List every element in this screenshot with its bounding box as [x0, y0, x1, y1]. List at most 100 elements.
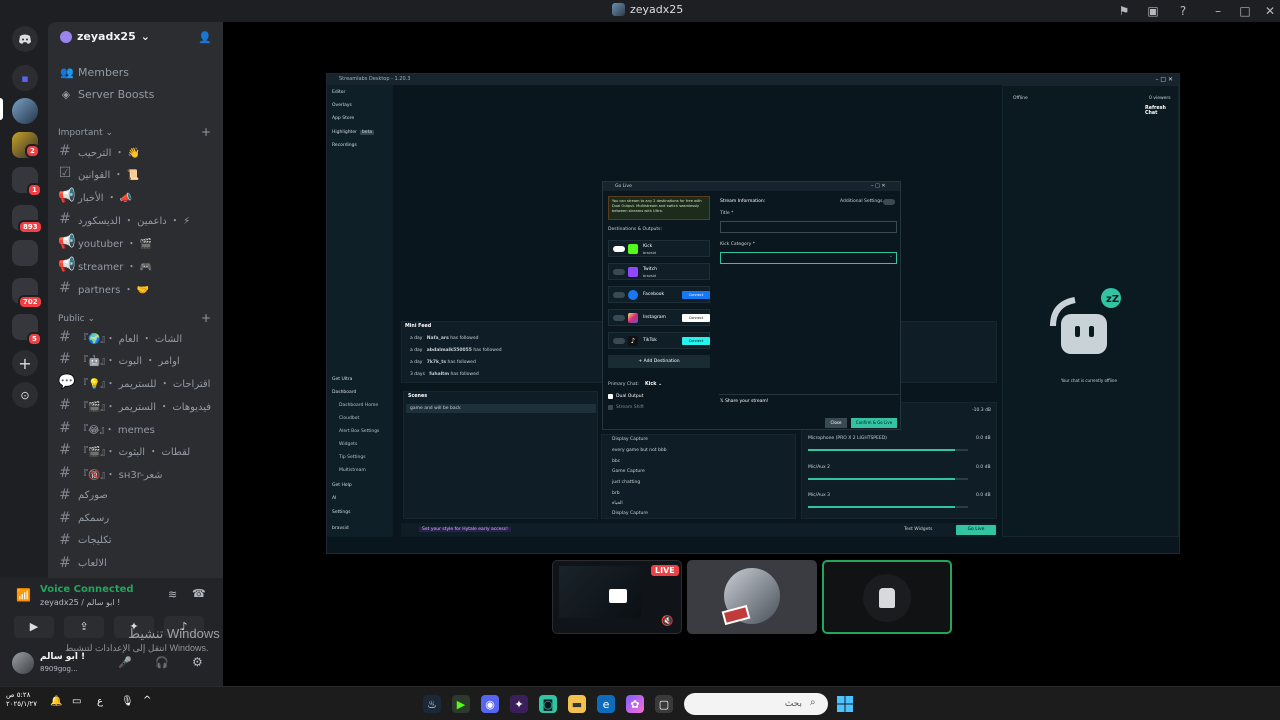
headphones-icon[interactable]: 🎧: [155, 656, 169, 669]
channel-item[interactable]: ☑ القوانين ・ 📜: [58, 163, 216, 183]
nav-widgets[interactable]: Widgets: [339, 442, 357, 447]
camera-button[interactable]: ▶: [14, 616, 54, 638]
close-button[interactable]: Close: [825, 418, 847, 428]
title-input[interactable]: [720, 221, 897, 233]
channel-item[interactable]: # رسمكم: [58, 508, 216, 528]
channel-item[interactable]: # صوركم: [58, 485, 216, 505]
nav-app-store[interactable]: App Store: [332, 116, 354, 121]
disconnect-icon[interactable]: ☎: [192, 587, 206, 600]
nav-get-ultra[interactable]: Get Ultra: [332, 377, 352, 382]
kick-app-icon[interactable]: ▶: [452, 695, 470, 713]
window-controls-icon[interactable]: – □ ✕: [1155, 74, 1173, 85]
channel-item[interactable]: # 『😂』・ memes: [58, 418, 216, 438]
source-item[interactable]: Display Capture: [612, 511, 648, 516]
streamlabs-taskbar-icon[interactable]: ◙: [539, 695, 557, 713]
source-item[interactable]: Display Capture: [612, 437, 648, 442]
dual-output-checkbox[interactable]: [608, 394, 613, 399]
screen-share-button[interactable]: ⇪: [64, 616, 104, 638]
nav-ai[interactable]: AI: [332, 496, 336, 501]
stream-thumbnail[interactable]: LIVE 🔇: [552, 560, 682, 634]
mixer-slider[interactable]: [808, 506, 968, 508]
copilot-icon[interactable]: ✿: [626, 695, 644, 713]
facebook-toggle[interactable]: [613, 292, 625, 298]
category-public[interactable]: Public ⌄: [58, 314, 95, 324]
scene-item[interactable]: game and will be back: [406, 404, 596, 413]
invite-icon[interactable]: 👤: [198, 31, 212, 44]
taskbar-search[interactable]: بحث: [684, 693, 828, 715]
destination-twitch[interactable]: Twitch bravsid: [608, 263, 710, 280]
channel-item[interactable]: # 『🎬』・ فيديوهات ・ الستريمر: [58, 395, 216, 415]
twitch-toggle[interactable]: [613, 269, 625, 275]
channel-item[interactable]: # تكليجات: [58, 530, 216, 550]
channel-item[interactable]: # الالعاب: [58, 553, 216, 573]
confirm-go-live-button[interactable]: Confirm & Go Live: [851, 418, 897, 428]
inbox-icon[interactable]: ▣: [1145, 3, 1161, 19]
file-explorer-icon[interactable]: ▬: [568, 695, 586, 713]
instagram-toggle[interactable]: [613, 315, 625, 321]
settings-gear-icon[interactable]: ⚙: [192, 655, 203, 669]
stream-shift-checkbox[interactable]: [608, 405, 613, 410]
facebook-connect-button[interactable]: Connect: [682, 291, 710, 299]
mic-tray-icon[interactable]: 🎙: [121, 696, 134, 707]
help-icon[interactable]: ?: [1175, 3, 1191, 19]
channel-item[interactable]: 📢 youtuber ・ 🎬: [58, 232, 216, 252]
additional-settings-toggle[interactable]: [883, 199, 895, 205]
mixer-slider[interactable]: [808, 449, 968, 451]
participant-tile[interactable]: [687, 560, 817, 634]
sidebar-item-members[interactable]: 👥 Members: [60, 66, 129, 79]
source-item[interactable]: Game Capture: [612, 469, 645, 474]
refresh-chat-button[interactable]: Refresh Chat: [1145, 106, 1178, 116]
nav-cloudbot[interactable]: Cloudbot: [339, 416, 359, 421]
participant-tile-speaking[interactable]: [822, 560, 952, 634]
channel-item[interactable]: # 『🎬』・ لقطات ・ البثوث: [58, 440, 216, 460]
sidebar-item-server-boosts[interactable]: ◈ Server Boosts: [60, 88, 155, 101]
channel-item[interactable]: 📢 streamer ・ 🎮: [58, 255, 216, 275]
explore-icon[interactable]: ⊙: [12, 382, 38, 408]
channel-item[interactable]: # 『🌍』・ الشات ・ العام: [58, 327, 216, 347]
destination-facebook[interactable]: Facebook Connect: [608, 286, 710, 303]
server-zeyadx25-icon[interactable]: [12, 98, 38, 124]
notification-icon[interactable]: 🔔: [50, 696, 62, 707]
avatar[interactable]: [12, 652, 34, 674]
noise-suppression-icon[interactable]: ≋: [168, 588, 177, 601]
close-icon[interactable]: ✕: [1262, 3, 1278, 19]
create-channel-icon[interactable]: +: [201, 311, 211, 325]
channel-item[interactable]: # partners ・ 🤝: [58, 278, 216, 298]
channel-item[interactable]: # 『🤖』・ اوامر ・ البوت: [58, 349, 216, 369]
maximize-icon[interactable]: □: [1237, 3, 1253, 19]
instagram-connect-button[interactable]: Connect: [682, 314, 710, 322]
server-folder-icon[interactable]: [12, 240, 38, 266]
go-live-button[interactable]: Go Live: [956, 525, 996, 535]
clock[interactable]: ٥:٢٨ ص ٢٠٢٥/١/٢٧: [6, 691, 37, 709]
display-icon[interactable]: ▭: [72, 696, 81, 707]
primary-chat-select[interactable]: Kick ⌄: [645, 382, 662, 387]
nav-overlays[interactable]: Overlays: [332, 103, 352, 108]
task-view-icon[interactable]: ▢: [655, 695, 673, 713]
nav-dashboard-home[interactable]: Dashboard Home: [339, 403, 378, 408]
nav-settings[interactable]: Settings: [332, 510, 350, 515]
kick-toggle[interactable]: [613, 246, 625, 252]
muted-speaker-icon[interactable]: 🔇: [661, 616, 673, 627]
server-header[interactable]: zeyadx25 ⌄: [60, 30, 150, 43]
nav-dashboard[interactable]: Dashboard: [332, 390, 356, 395]
share-stream-link[interactable]: 𝕏 Share your stream!: [720, 399, 769, 404]
channel-item[interactable]: 💬 『💡』・ اقتراحات ・ للستريمر: [58, 372, 216, 392]
nav-editor[interactable]: Editor: [332, 90, 345, 95]
channel-item[interactable]: # 『🔞』・ sн3r-شعر: [58, 463, 216, 483]
tray-overflow-icon[interactable]: ^: [143, 695, 151, 706]
discord-taskbar-icon[interactable]: ◉: [481, 695, 499, 713]
steam-icon[interactable]: ♨: [423, 695, 441, 713]
test-widgets-button[interactable]: Test Widgets: [904, 527, 932, 532]
nav-tip-settings[interactable]: Tip Settings: [339, 455, 366, 460]
destination-kick[interactable]: Kick bravsid: [608, 240, 710, 257]
add-destination-button[interactable]: + Add Destination: [608, 355, 710, 368]
source-item[interactable]: الحياة: [612, 501, 623, 506]
channel-item[interactable]: # داعمين ・ الديسكورد ・ ⚡: [58, 209, 216, 229]
edge-icon[interactable]: e: [597, 695, 615, 713]
category-important[interactable]: Important ⌄: [58, 128, 113, 138]
source-item[interactable]: every game but not bbb: [612, 448, 667, 453]
destination-tiktok[interactable]: ♪ TikTok Connect: [608, 332, 710, 349]
app-icon[interactable]: ✦: [510, 695, 528, 713]
folder-icon[interactable]: ▪: [12, 65, 38, 91]
tiktok-toggle[interactable]: [613, 338, 625, 344]
